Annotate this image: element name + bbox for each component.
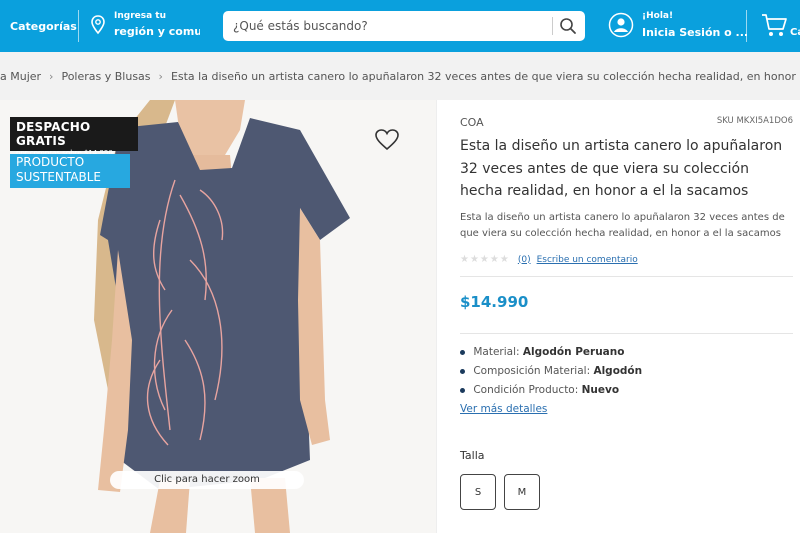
spec-item: Material: Algodón Peruano [460, 343, 642, 362]
product-price: $14.990 [460, 293, 529, 311]
search-icon[interactable] [559, 17, 577, 35]
spec-label: Condición Producto: [473, 384, 579, 396]
cart-icon [762, 14, 787, 36]
breadcrumb-item[interactable]: a Mujer [0, 70, 41, 83]
search-input[interactable] [233, 11, 543, 41]
divider [460, 333, 793, 334]
spec-value: Algodón [593, 365, 643, 377]
sustainable-line1: PRODUCTO [16, 155, 85, 169]
size-option-s[interactable]: S [460, 474, 496, 510]
star-rating-icon: ★★★★★ [460, 254, 510, 265]
heart-icon[interactable] [374, 128, 400, 152]
user-icon [608, 12, 634, 38]
search-bar [223, 11, 585, 41]
cart-button[interactable]: Ca [760, 12, 800, 42]
spec-item: Composición Material: Algodón [460, 362, 642, 381]
brand-name[interactable]: COA [460, 116, 484, 129]
spec-value: Nuevo [581, 384, 620, 396]
breadcrumb-current: Esta la diseño un artista canero lo apuñ… [170, 69, 800, 83]
panel-divider [436, 100, 437, 533]
top-header: Categorías Ingresa tu región y comuna ¡H… [0, 0, 800, 52]
zoom-hint[interactable]: Clic para hacer zoom [110, 471, 304, 489]
spec-label: Material: [473, 346, 520, 358]
free-shipping-title: DESPACHO GRATIS [16, 120, 91, 148]
header-divider [78, 10, 79, 42]
location-selector[interactable]: Ingresa tu región y comuna [90, 9, 202, 43]
rating-row: ★★★★★ (0) Escribe un comentario [460, 254, 638, 265]
review-count-link[interactable]: (0) [518, 255, 531, 265]
spec-item: Condición Producto: Nuevo [460, 381, 642, 400]
write-review-link[interactable]: Escribe un comentario [537, 255, 638, 265]
product-gallery: DESPACHO GRATIS por compras sobre $14.99… [0, 100, 436, 533]
divider [460, 276, 793, 277]
size-option-m[interactable]: M [504, 474, 540, 510]
location-pin-icon [91, 15, 105, 35]
spec-label: Composición Material: [473, 365, 591, 377]
location-line2: región y comuna [114, 25, 200, 38]
location-line1: Ingresa tu [114, 11, 167, 21]
sustainable-line2: SUSTENTABLE [16, 170, 102, 184]
chevron-right-icon: › [49, 69, 54, 83]
user-login[interactable]: ¡Hola! Inicia Sesión o ... [608, 9, 748, 43]
categories-button[interactable]: Categorías [0, 0, 78, 52]
sustainable-badge: PRODUCTO SUSTENTABLE [10, 154, 130, 188]
spec-list: Material: Algodón Peruano Composición Ma… [460, 343, 642, 400]
header-divider [746, 10, 747, 42]
user-greeting: ¡Hola! [642, 11, 674, 21]
product-image[interactable]: DESPACHO GRATIS por compras sobre $14.99… [0, 100, 436, 533]
breadcrumb-item[interactable]: Poleras y Blusas [61, 70, 150, 83]
user-login-link: Inicia Sesión o ... [642, 26, 749, 39]
sku-label: SKU MKXI5A1DO6 [716, 116, 793, 126]
search-divider [552, 17, 553, 35]
product-card: DESPACHO GRATIS por compras sobre $14.99… [0, 100, 800, 533]
spec-value: Algodón Peruano [522, 346, 625, 358]
product-description: Esta la diseño un artista canero lo apuñ… [460, 212, 785, 239]
size-label: Talla [460, 449, 485, 462]
breadcrumb: a Mujer › Poleras y Blusas › Esta la dis… [0, 52, 800, 100]
chevron-right-icon: › [158, 69, 163, 83]
cart-label: Ca [790, 27, 800, 38]
product-title: Esta la diseño un artista canero lo apuñ… [460, 138, 783, 199]
more-details-link[interactable]: Ver más detalles [460, 403, 547, 415]
free-shipping-badge: DESPACHO GRATIS por compras sobre $14.99… [10, 117, 138, 157]
